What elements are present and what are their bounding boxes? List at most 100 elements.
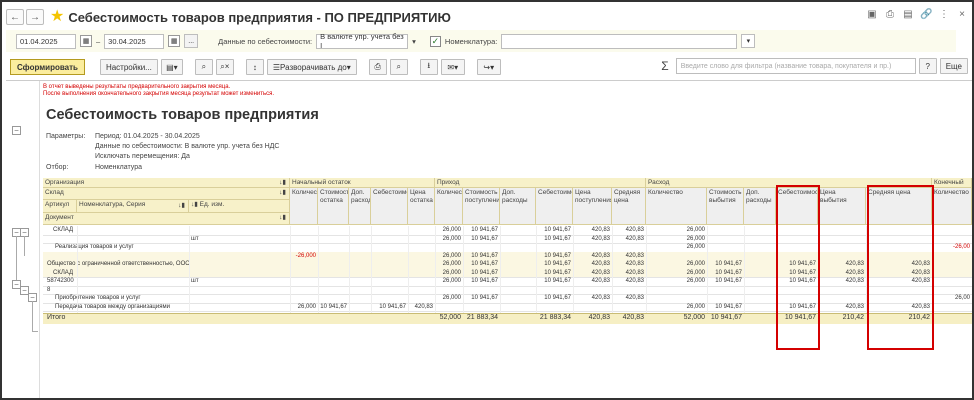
print-icon[interactable]: ⎙ xyxy=(368,59,387,75)
table-cell[interactable]: 420,83 xyxy=(612,252,646,260)
table-cell[interactable]: 10 941,67 xyxy=(463,294,500,302)
table-cell[interactable]: 420,83 xyxy=(573,226,612,234)
row-label[interactable]: Передача товаров между организациями xyxy=(53,303,172,311)
row-label[interactable]: Общество с ограниченной ответственностью… xyxy=(45,260,192,268)
table-cell[interactable]: 26,000 xyxy=(435,252,463,260)
table-cell[interactable]: 26,000 xyxy=(290,303,318,311)
total-cell[interactable]: 10 941,67 xyxy=(707,314,744,322)
expand-to-button[interactable]: ☰ Разворачивать до ▾ xyxy=(266,59,357,75)
table-cell[interactable]: 10 941,67 xyxy=(536,252,573,260)
row-label[interactable]: СКЛАД xyxy=(51,269,75,277)
table-cell[interactable]: -26,000 xyxy=(290,252,318,260)
table-cell[interactable]: 420,83 xyxy=(408,303,435,311)
table-cell[interactable]: 26,000 xyxy=(646,303,707,311)
table-cell[interactable]: 10 941,67 xyxy=(463,269,500,277)
table-cell[interactable]: 26,000 xyxy=(435,277,463,285)
table-cell[interactable]: 26,000 xyxy=(435,294,463,302)
table-cell[interactable]: 420,83 xyxy=(612,235,646,243)
date-from-input[interactable]: 01.04.2025 xyxy=(16,33,76,49)
table-cell[interactable]: 26,00 xyxy=(932,294,972,302)
table-cell[interactable]: 420,83 xyxy=(573,260,612,268)
generate-button[interactable]: Сформировать xyxy=(10,59,85,75)
email-icon[interactable]: ✉▾ xyxy=(440,59,465,75)
table-cell[interactable]: 420,83 xyxy=(573,235,612,243)
table-cell[interactable]: 420,83 xyxy=(612,294,646,302)
table-cell[interactable]: 420,83 xyxy=(818,303,866,311)
table-cell[interactable]: 26,000 xyxy=(646,235,707,243)
table-cell[interactable]: 10 941,67 xyxy=(536,294,573,302)
table-cell[interactable]: 10 941,67 xyxy=(536,269,573,277)
collapse-icon[interactable]: − xyxy=(12,126,21,135)
table-cell[interactable]: 10 941,67 xyxy=(463,260,500,268)
favorite-star-icon[interactable]: ★ xyxy=(50,9,64,25)
table-cell[interactable]: 26,000 xyxy=(646,277,707,285)
close-icon[interactable]: × xyxy=(956,9,968,20)
table-cell[interactable]: 10 941,67 xyxy=(318,303,349,311)
table-cell[interactable]: 26,000 xyxy=(646,226,707,234)
table-cell[interactable]: 420,83 xyxy=(573,294,612,302)
download-icon[interactable]: ⭳ xyxy=(419,59,438,75)
date-to-input[interactable]: 30.04.2025 xyxy=(104,33,165,49)
sort-icon[interactable]: ↕ xyxy=(245,59,264,75)
table-cell[interactable]: 10 941,67 xyxy=(463,277,500,285)
table-cell[interactable]: 420,83 xyxy=(612,269,646,277)
table-cell[interactable]: 420,83 xyxy=(818,269,866,277)
search-clear-icon[interactable]: ⌕× xyxy=(215,59,234,75)
help-button[interactable]: ? xyxy=(918,58,937,74)
row-label[interactable]: Приобретение товаров и услуг xyxy=(53,294,143,302)
table-cell[interactable]: 420,83 xyxy=(612,226,646,234)
table-cell[interactable]: 26,000 xyxy=(435,269,463,277)
row-label[interactable]: 58742300 xyxy=(45,277,76,285)
table-cell[interactable]: 10 941,67 xyxy=(463,235,500,243)
table-cell[interactable]: 10 941,67 xyxy=(463,226,500,234)
search-icon[interactable]: ⌕ xyxy=(194,59,213,75)
print-icon[interactable]: ⎙ xyxy=(884,9,896,20)
table-cell[interactable]: 420,83 xyxy=(818,260,866,268)
table-cell[interactable]: 420,83 xyxy=(612,277,646,285)
table-cell[interactable]: 10 941,67 xyxy=(463,252,500,260)
table-cell[interactable]: -26,00 xyxy=(932,243,972,251)
nomenclature-input[interactable] xyxy=(501,33,738,49)
table-cell[interactable]: 10 941,67 xyxy=(707,269,744,277)
total-cell[interactable]: 210,42 xyxy=(818,314,866,322)
period-select-button[interactable]: ... xyxy=(184,34,199,48)
row-label[interactable]: 8 xyxy=(45,286,52,294)
calendar-icon[interactable]: ▦ xyxy=(80,35,92,47)
table-cell[interactable]: 10 941,67 xyxy=(536,260,573,268)
table-cell[interactable]: 26,000 xyxy=(435,260,463,268)
table-cell[interactable]: 420,83 xyxy=(573,277,612,285)
nomenclature-checkbox[interactable]: ✓ xyxy=(429,35,441,47)
row-label[interactable]: Реализация товаров и услуг xyxy=(53,243,136,251)
total-cell[interactable]: 21 883,34 xyxy=(536,314,573,322)
print-preview-icon[interactable]: ⌕ xyxy=(389,59,408,75)
table-cell[interactable]: 10 941,67 xyxy=(707,260,744,268)
sum-icon[interactable]: Σ xyxy=(661,59,668,73)
more-button[interactable]: Еще xyxy=(939,58,968,74)
total-cell[interactable]: 21 883,34 xyxy=(463,314,500,322)
table-cell[interactable]: 420,83 xyxy=(612,260,646,268)
table-cell[interactable]: 10 941,67 xyxy=(707,277,744,285)
forward-arrow-icon[interactable]: → xyxy=(26,9,44,25)
row-label[interactable]: шт xyxy=(189,235,201,243)
table-cell[interactable]: 10 941,67 xyxy=(536,226,573,234)
share-icon[interactable]: ↪▾ xyxy=(476,59,501,75)
variant-dropdown-icon[interactable]: ▤▾ xyxy=(160,59,183,75)
table-cell[interactable]: 420,83 xyxy=(573,252,612,260)
preview-icon[interactable]: ▤ xyxy=(902,9,914,20)
back-arrow-icon[interactable]: ← xyxy=(6,9,24,25)
table-cell[interactable]: 26,000 xyxy=(646,243,707,251)
settings-button[interactable]: Настройки... xyxy=(99,59,158,75)
total-cell[interactable]: 52,000 xyxy=(435,314,463,322)
table-cell[interactable]: 26,000 xyxy=(646,269,707,277)
more-menu-icon[interactable]: ⋮ xyxy=(938,9,950,20)
cost-data-select[interactable]: В валюте упр. учета без I xyxy=(316,32,409,50)
chevron-down-icon[interactable]: ▾ xyxy=(412,37,416,46)
table-cell[interactable]: 420,83 xyxy=(818,277,866,285)
table-cell[interactable]: 10 941,67 xyxy=(536,235,573,243)
row-label[interactable]: СКЛАД xyxy=(51,226,75,234)
chevron-down-icon[interactable]: ▾ xyxy=(741,34,756,48)
table-cell[interactable]: 420,83 xyxy=(573,269,612,277)
filter-search-input[interactable]: Введите слово для фильтра (название това… xyxy=(675,58,916,74)
table-cell[interactable]: 26,000 xyxy=(646,260,707,268)
calendar-icon[interactable]: ▦ xyxy=(168,35,181,47)
